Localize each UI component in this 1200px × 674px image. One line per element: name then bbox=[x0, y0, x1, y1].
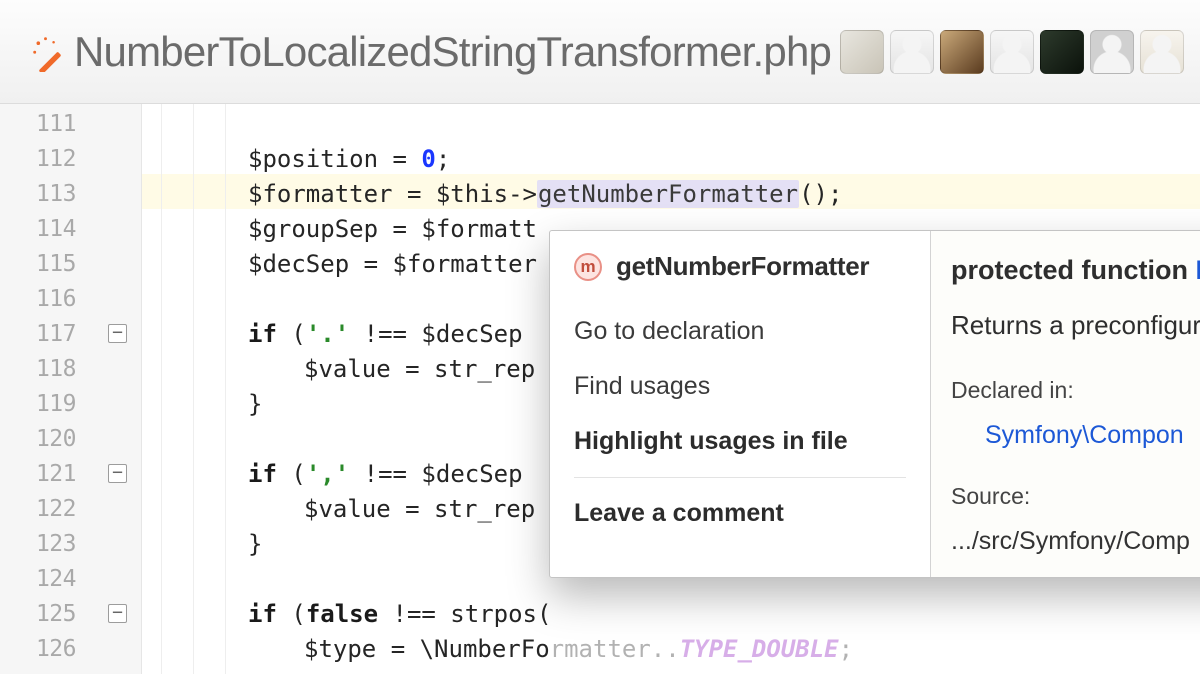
separator bbox=[574, 477, 906, 478]
line-number: 115 bbox=[0, 247, 76, 282]
collaborator-avatars bbox=[840, 30, 1184, 74]
avatar[interactable] bbox=[1090, 30, 1134, 74]
line-number: 114 bbox=[0, 212, 76, 247]
indent-guide bbox=[225, 104, 226, 674]
line-number: 118 bbox=[0, 352, 76, 387]
line-number: 112 bbox=[0, 142, 76, 177]
code-line[interactable]: if (false !== strpos( bbox=[248, 597, 1200, 632]
source-path: .../src/Symfony/Comp bbox=[951, 524, 1200, 559]
source-label: Source: bbox=[951, 479, 1200, 514]
fold-toggle[interactable]: − bbox=[108, 464, 127, 483]
line-number: 125 bbox=[0, 597, 76, 632]
action-leave-comment[interactable]: Leave a comment bbox=[574, 486, 906, 541]
gutter: 111 112 113 114 115 116 117 118 119 120 … bbox=[0, 104, 142, 674]
fold-toggle[interactable]: − bbox=[108, 324, 127, 343]
line-number: 121 bbox=[0, 457, 76, 492]
line-number: 122 bbox=[0, 492, 76, 527]
magic-wand-icon bbox=[28, 32, 68, 72]
indent-guide bbox=[193, 104, 194, 674]
declared-in-link[interactable]: Symfony\Compon bbox=[985, 418, 1200, 453]
signature: protected function N bbox=[951, 253, 1200, 288]
line-number: 124 bbox=[0, 562, 76, 597]
avatar[interactable] bbox=[1140, 30, 1184, 74]
avatar[interactable] bbox=[1040, 30, 1084, 74]
avatar[interactable] bbox=[990, 30, 1034, 74]
method-reference[interactable]: getNumberFormatter bbox=[537, 180, 799, 208]
code-line[interactable]: $position = 0; bbox=[248, 142, 1200, 177]
line-number: 119 bbox=[0, 387, 76, 422]
avatar[interactable] bbox=[890, 30, 934, 74]
file-title: NumberToLocalizedStringTransformer.php bbox=[74, 28, 831, 76]
fold-toggle[interactable]: − bbox=[108, 604, 127, 623]
declared-in-label: Declared in: bbox=[951, 373, 1200, 408]
line-number: 120 bbox=[0, 422, 76, 457]
doc-description: Returns a preconfigur bbox=[951, 308, 1200, 343]
code-line[interactable]: $formatter = $this->getNumberFormatter()… bbox=[248, 177, 1200, 212]
line-number: 116 bbox=[0, 282, 76, 317]
line-number: 123 bbox=[0, 527, 76, 562]
code-line[interactable]: $type = \NumberFormatter..TYPE_DOUBLE; bbox=[304, 632, 1200, 667]
line-number: 111 bbox=[0, 107, 76, 142]
avatar[interactable] bbox=[940, 30, 984, 74]
action-go-to-declaration[interactable]: Go to declaration bbox=[574, 304, 906, 359]
popup-title: m getNumberFormatter bbox=[574, 249, 906, 284]
indent-guide bbox=[161, 104, 162, 674]
method-icon: m bbox=[574, 253, 602, 281]
popup-doc: protected function N Returns a preconfig… bbox=[930, 231, 1200, 577]
popup-title-text: getNumberFormatter bbox=[616, 249, 869, 284]
line-number: 113 bbox=[0, 177, 76, 212]
code-editor[interactable]: 111 112 113 114 115 116 117 118 119 120 … bbox=[0, 104, 1200, 674]
popup-actions: m getNumberFormatter Go to declaration F… bbox=[550, 231, 930, 577]
editor-tab-bar: NumberToLocalizedStringTransformer.php bbox=[0, 0, 1200, 104]
symbol-popup: m getNumberFormatter Go to declaration F… bbox=[549, 230, 1200, 578]
action-highlight-usages[interactable]: Highlight usages in file bbox=[574, 414, 906, 469]
line-number: 117 bbox=[0, 317, 76, 352]
avatar[interactable] bbox=[840, 30, 884, 74]
action-find-usages[interactable]: Find usages bbox=[574, 359, 906, 414]
line-number: 126 bbox=[0, 632, 76, 667]
